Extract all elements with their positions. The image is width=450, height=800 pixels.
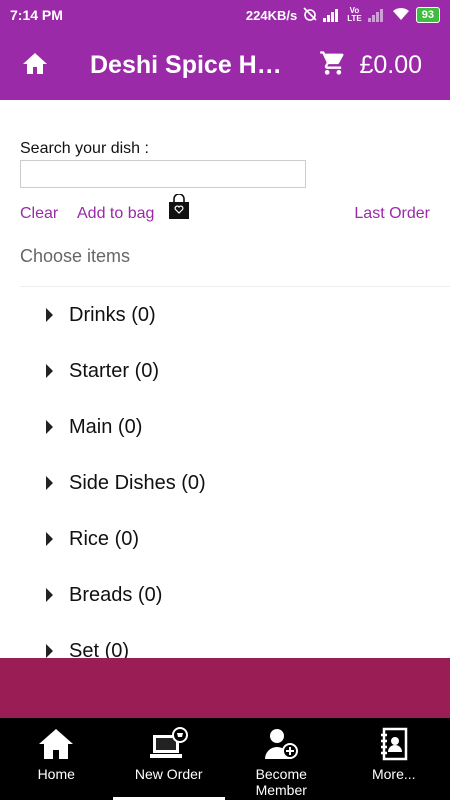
new-order-icon <box>149 726 189 762</box>
menu-category-rice[interactable]: Rice (0) <box>46 511 139 567</box>
menu-category-side-dishes[interactable]: Side Dishes (0) <box>46 455 206 511</box>
bottom-nav: Home New Order Become Member More... <box>0 718 450 800</box>
nav-home[interactable]: Home <box>0 718 113 800</box>
menu-category-starter[interactable]: Starter (0) <box>46 343 159 399</box>
menu-category-list: Drinks (0) Starter (0) Main (0) Side Dis… <box>0 287 450 658</box>
nav-more[interactable]: More... <box>338 718 450 800</box>
network-speed: 224KB/s <box>245 7 298 23</box>
nav-become-member[interactable]: Become Member <box>225 718 338 800</box>
battery-indicator: 93 <box>415 7 440 23</box>
last-order-link[interactable]: Last Order <box>354 205 430 223</box>
home-button[interactable] <box>0 30 70 100</box>
menu-category-breads[interactable]: Breads (0) <box>46 567 162 623</box>
menu-category-label: Main (0) <box>69 415 143 438</box>
cart-total: £0.00 <box>359 50 422 79</box>
menu-category-label: Starter (0) <box>69 359 160 382</box>
expand-caret-icon <box>46 476 53 490</box>
menu-category-label: Set (0) <box>69 639 130 659</box>
search-label: Search your dish : <box>20 140 149 157</box>
nav-label: Become Member <box>255 766 307 798</box>
nav-label: Home <box>37 766 75 782</box>
search-input[interactable] <box>20 160 306 188</box>
clear-link[interactable]: Clear <box>20 205 58 223</box>
wifi-icon <box>392 7 410 24</box>
volte-badge: Vo LTE <box>347 6 362 23</box>
expand-caret-icon <box>46 364 53 378</box>
action-row: Clear Add to bag Last Order <box>20 193 430 228</box>
expand-caret-icon <box>46 308 53 322</box>
nav-new-order[interactable]: New Order <box>112 718 225 800</box>
footer-band <box>0 658 450 718</box>
expand-caret-icon <box>46 532 53 546</box>
app-bar: Deshi Spice He… £0.00 <box>0 30 450 100</box>
home-icon <box>37 726 75 762</box>
menu-category-drinks[interactable]: Drinks (0) <box>46 287 156 343</box>
menu-category-set[interactable]: Set (0) <box>46 623 129 658</box>
status-icons: 224KB/s Vo LTE 93 <box>246 7 440 24</box>
contacts-book-icon <box>378 726 410 762</box>
alarm-off-icon <box>303 6 317 24</box>
nav-label: New Order <box>134 766 203 782</box>
expand-caret-icon <box>46 588 53 602</box>
status-time: 7:14 PM <box>10 7 63 23</box>
add-to-bag-link[interactable]: Add to bag <box>77 205 154 223</box>
nav-label: More... <box>371 766 416 782</box>
shopping-bag-icon[interactable] <box>168 193 190 225</box>
status-bar: 7:14 PM 224KB/s Vo LTE 93 <box>0 0 450 30</box>
expand-caret-icon <box>46 644 53 658</box>
signal-secondary-icon <box>367 8 386 22</box>
expand-caret-icon <box>46 420 53 434</box>
menu-category-main[interactable]: Main (0) <box>46 399 142 455</box>
menu-category-label: Side Dishes (0) <box>69 471 206 494</box>
cart-button[interactable]: £0.00 <box>319 49 422 82</box>
app-title: Deshi Spice He… <box>90 50 290 79</box>
signal-icon <box>323 8 341 22</box>
choose-items-heading: Choose items <box>20 246 131 266</box>
menu-category-label: Rice (0) <box>69 527 140 550</box>
home-icon <box>22 51 48 80</box>
add-member-icon <box>263 726 299 762</box>
menu-category-label: Breads (0) <box>69 583 163 606</box>
cart-icon <box>319 49 347 82</box>
menu-category-label: Drinks (0) <box>69 303 156 326</box>
